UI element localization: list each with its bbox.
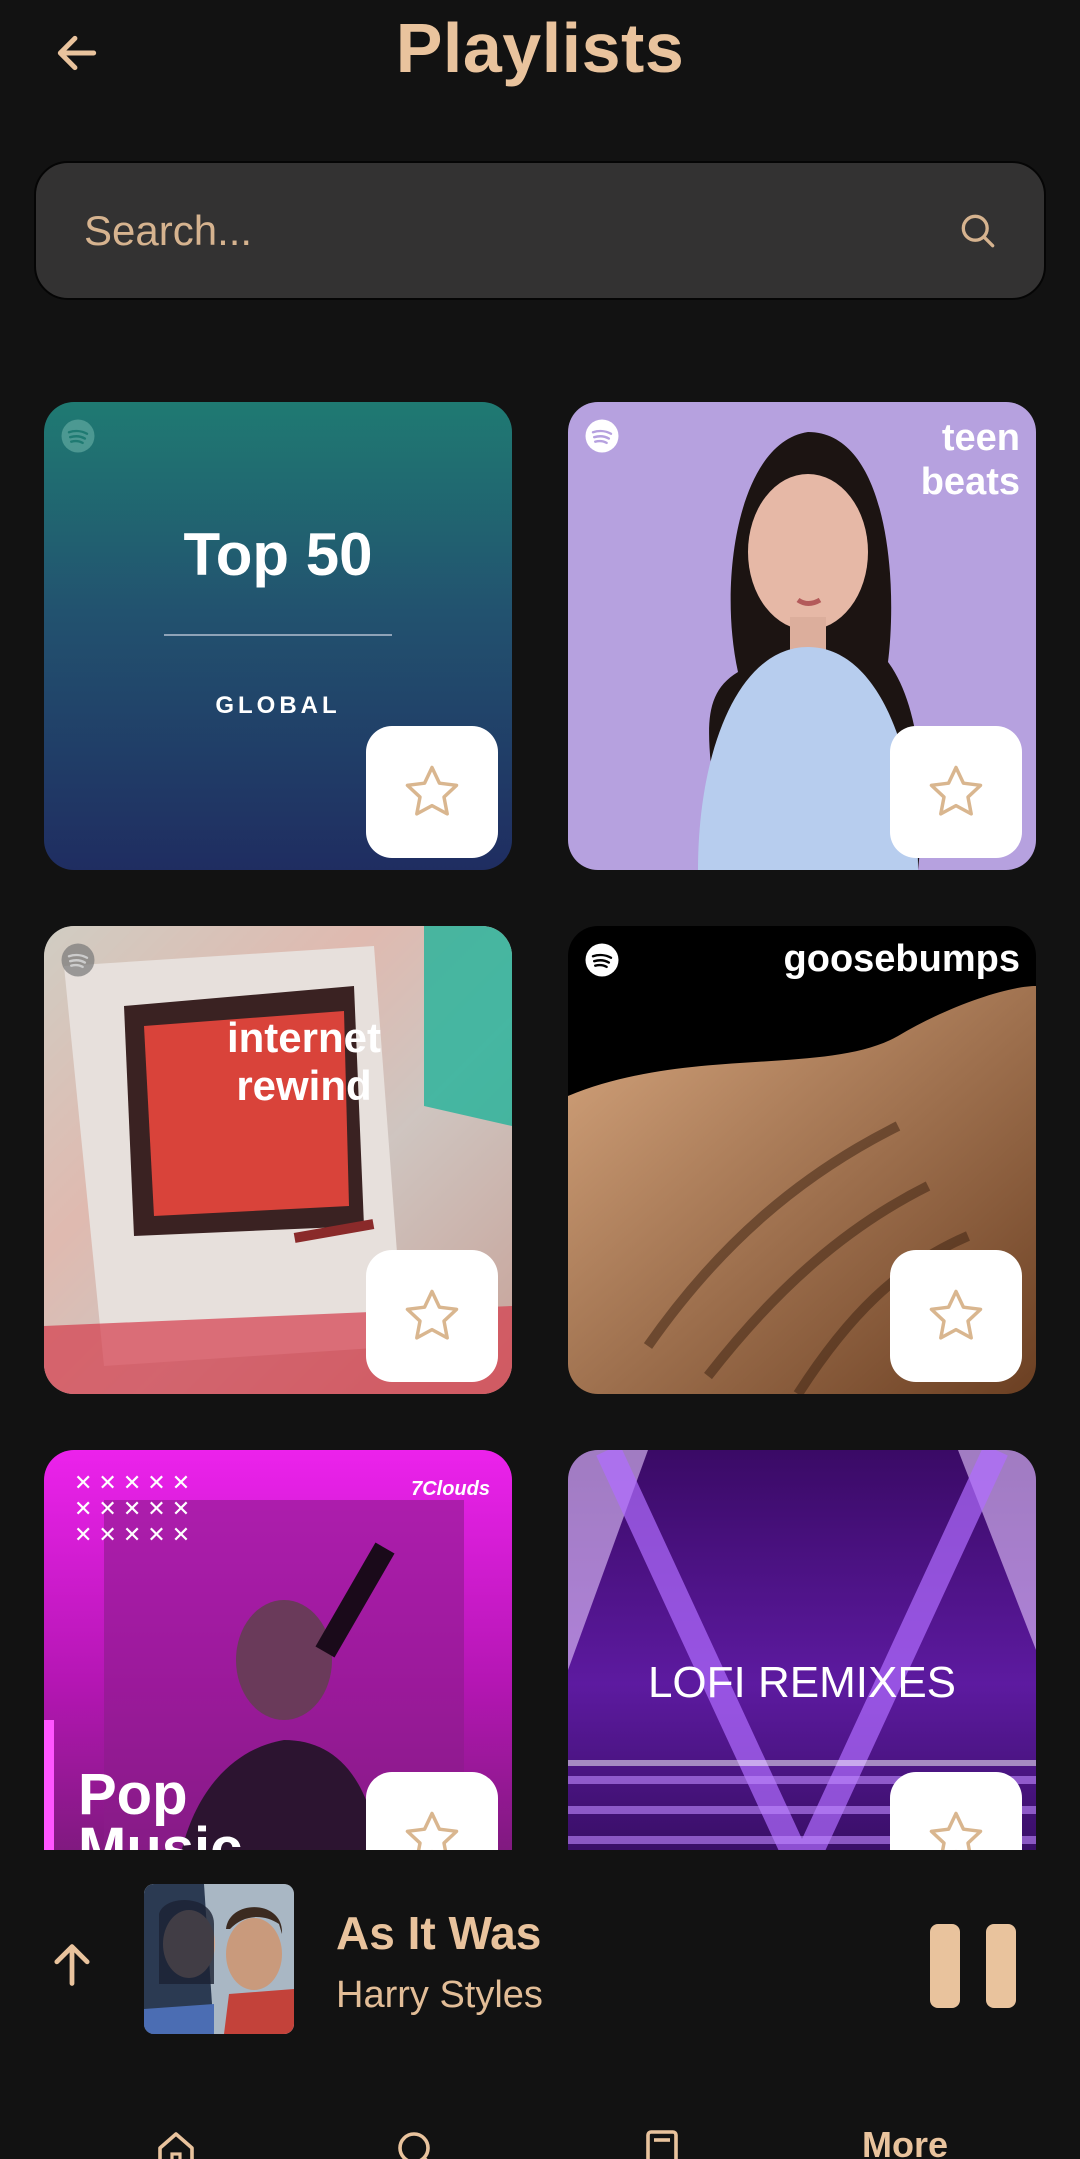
playlist-title-line2: Music	[78, 1816, 243, 1851]
album-art	[144, 1884, 294, 2034]
star-icon	[929, 765, 983, 816]
bottom-navigation: More	[0, 2050, 1080, 2159]
playlist-card-internet-rewind[interactable]: internet rewind	[44, 926, 512, 1394]
top-app-bar: Playlists	[0, 0, 1080, 110]
playlist-grid: Top 50 GLOBAL teen beats internet rewind…	[0, 402, 1080, 1850]
nav-library[interactable]	[636, 2126, 688, 2159]
playlist-title-line1: internet	[226, 1014, 381, 1061]
playlist-card-pop-music[interactable]: ✕✕✕✕✕ ✕✕✕✕✕ ✕✕✕✕✕ 7Clouds Pop Music	[44, 1450, 512, 1850]
track-artist: Harry Styles	[336, 1974, 543, 2016]
star-icon	[405, 765, 459, 816]
playlist-title: teen beats	[921, 416, 1020, 504]
nav-more-label: More	[861, 2124, 948, 2159]
divider	[164, 634, 392, 636]
favorite-button[interactable]	[890, 726, 1022, 858]
favorite-button[interactable]	[366, 1772, 498, 1850]
favorite-button[interactable]	[890, 1250, 1022, 1382]
playlist-card-lofi-remixes[interactable]: LOFI REMIXES	[568, 1450, 1036, 1850]
x-pattern: ✕✕✕✕✕ ✕✕✕✕✕ ✕✕✕✕✕	[74, 1470, 197, 1547]
favorite-button[interactable]	[366, 726, 498, 858]
track-title: As It Was	[336, 1907, 542, 1959]
page-title: Playlists	[395, 9, 685, 87]
playlist-subtitle: GLOBAL	[215, 692, 341, 719]
nav-search[interactable]	[390, 2126, 442, 2159]
playlist-title: Pop Music	[78, 1762, 243, 1851]
search-icon[interactable]	[956, 209, 1000, 253]
mini-player[interactable]: As It Was Harry Styles	[0, 1850, 1080, 2050]
nav-home[interactable]	[150, 2126, 202, 2159]
search-input[interactable]: Search...	[84, 207, 956, 255]
spotify-icon	[61, 943, 95, 977]
playlist-title-line2: rewind	[236, 1062, 372, 1109]
nav-more[interactable]: More	[840, 2124, 970, 2159]
playlist-card-top-50[interactable]: Top 50 GLOBAL	[44, 402, 512, 870]
spotify-icon	[585, 943, 619, 977]
home-icon	[158, 2132, 194, 2159]
search-bar[interactable]: Search...	[34, 161, 1046, 300]
pause-icon-bar-left	[930, 1924, 960, 2008]
playlist-title-line2: beats	[920, 461, 1020, 503]
search-icon	[398, 2132, 430, 2159]
playlist-card-teen-beats[interactable]: teen beats	[568, 402, 1036, 870]
playlist-title: internet rewind	[194, 1014, 414, 1110]
spotify-icon	[61, 419, 95, 453]
star-icon	[929, 1811, 983, 1850]
pause-icon-bar-right	[986, 1924, 1016, 2008]
favorite-button[interactable]	[366, 1250, 498, 1382]
star-icon	[405, 1289, 459, 1340]
playlist-title: LOFI REMIXES	[647, 1658, 957, 1707]
star-icon	[929, 1289, 983, 1340]
publisher-logo: 7Clouds	[411, 1478, 490, 1500]
playlist-title: Top 50	[183, 521, 373, 588]
favorite-button[interactable]	[890, 1772, 1022, 1850]
playlist-title-line1: teen	[941, 417, 1020, 459]
playlist-title-line1: Pop	[78, 1762, 188, 1827]
pause-button[interactable]	[930, 1924, 1016, 2008]
album-art-image	[144, 1884, 294, 2034]
spotify-icon	[585, 419, 619, 453]
star-icon	[405, 1811, 459, 1850]
arrow-up-icon[interactable]	[46, 1938, 98, 1990]
playlist-title: goosebumps	[783, 938, 1020, 980]
playlist-card-goosebumps[interactable]: goosebumps	[568, 926, 1036, 1394]
library-icon	[646, 2130, 678, 2159]
